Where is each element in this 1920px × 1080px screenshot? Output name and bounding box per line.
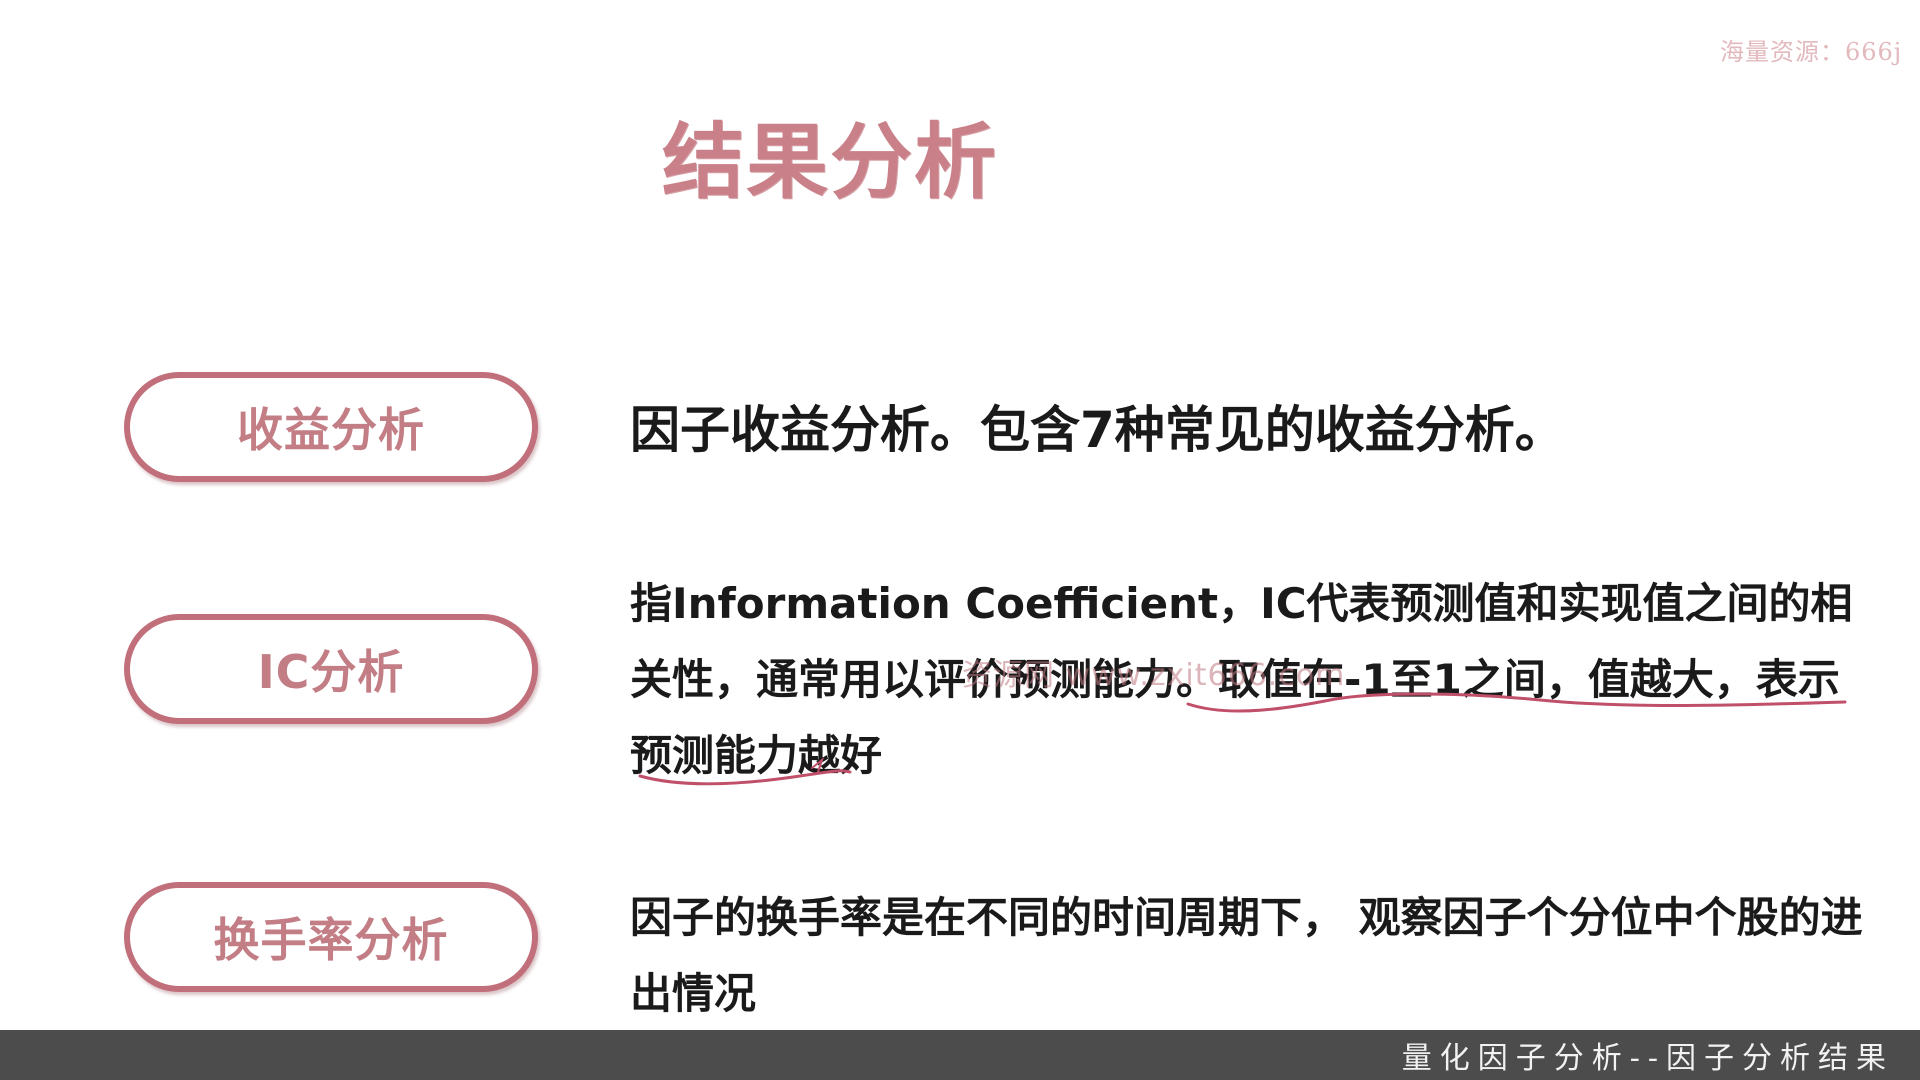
- pill-label: 收益分析: [237, 403, 425, 457]
- footer-caption: 量化因子分析--因子分析结果: [1401, 1041, 1894, 1076]
- footer-bar: 量化因子分析--因子分析结果: [0, 1030, 1920, 1080]
- watermark-top: 海量资源：666j: [1720, 38, 1903, 66]
- page-title: 结果分析: [662, 115, 999, 210]
- slide: 海量资源：666j 结果分析 收益分析 因子收益分析。包含7种常见的收益分析。 …: [0, 0, 1920, 1080]
- pill-returns-analysis: 收益分析: [124, 372, 538, 482]
- description-returns-analysis: 因子收益分析。包含7种常见的收益分析。: [630, 401, 1565, 459]
- description-turnover-analysis: 因子的换手率是在不同的时间周期下， 观察因子个分位中个股的进出情况: [630, 893, 1863, 1018]
- pill-ic-analysis: IC分析: [124, 614, 538, 724]
- overlay-watermark: 资源网 www.zxit666.com: [962, 658, 1346, 693]
- pill-label: 换手率分析: [213, 913, 449, 967]
- pill-turnover-analysis: 换手率分析: [124, 882, 538, 992]
- pill-label: IC分析: [257, 645, 405, 699]
